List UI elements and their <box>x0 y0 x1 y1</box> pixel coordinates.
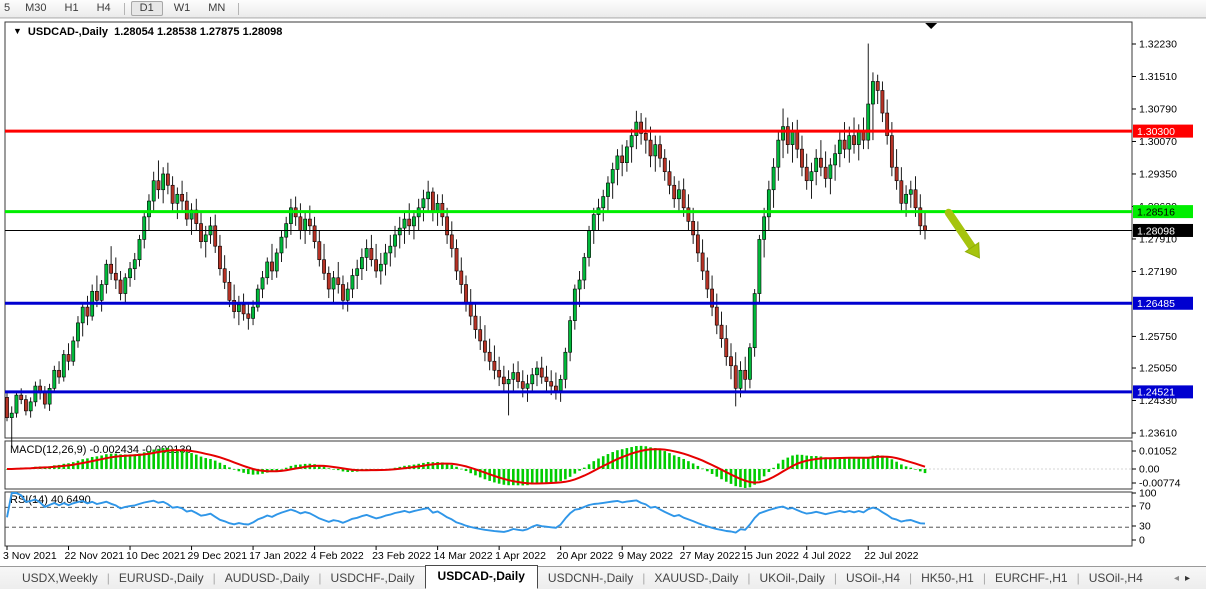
chart-menu-icon[interactable]: ▼ <box>13 26 22 36</box>
timeframe-button-w1[interactable]: W1 <box>165 1 200 16</box>
pane-frames <box>5 22 1132 546</box>
svg-text:30: 30 <box>1139 521 1151 533</box>
timeframe-button-h1[interactable]: H1 <box>56 1 88 16</box>
svg-text:-0.00774: -0.00774 <box>1139 478 1181 490</box>
date-axis: 3 Nov 2021 22 Nov 202110 Dec 202129 Dec 2… <box>3 546 919 562</box>
toolbar-divider <box>238 3 239 15</box>
tab-ukoil-daily[interactable]: UKOil-,Daily <box>752 568 833 589</box>
svg-text:27 May 2022: 27 May 2022 <box>680 550 741 562</box>
svg-text:9 May 2022: 9 May 2022 <box>618 550 673 562</box>
svg-text:1.30070: 1.30070 <box>1139 136 1177 148</box>
rsi-name: RSI(14) <box>10 494 48 506</box>
svg-text:70: 70 <box>1139 501 1151 513</box>
svg-text:23 Feb 2022: 23 Feb 2022 <box>372 550 431 562</box>
tab-eurusd-daily[interactable]: EURUSD-,Daily <box>111 568 212 589</box>
timeframe-button-h4[interactable]: H4 <box>88 1 120 16</box>
tab-scroll-arrows[interactable]: ◂▸ <box>1174 573 1196 584</box>
svg-text:0.01052: 0.01052 <box>1139 446 1177 458</box>
chart-ohlc-values: 1.28054 1.28538 1.27875 1.28098 <box>114 26 282 38</box>
svg-text:29 Dec 2021: 29 Dec 2021 <box>188 550 248 562</box>
horizontal-lines: 1.30300 1.28516 1.28098 1.26485 1.24521 <box>5 125 1193 399</box>
current-price-line-price-tag <box>1133 224 1193 237</box>
svg-text:1.32230: 1.32230 <box>1139 39 1177 51</box>
svg-text:1.30790: 1.30790 <box>1139 103 1177 115</box>
tab-audusd-daily[interactable]: AUDUSD-,Daily <box>217 568 318 589</box>
timeframe-button-5[interactable]: 5 <box>0 1 16 16</box>
svg-text:0: 0 <box>1139 535 1145 547</box>
broken-support-line-price-tag <box>1133 205 1193 218</box>
timeframe-button-m30[interactable]: M30 <box>16 1 55 16</box>
svg-text:100: 100 <box>1139 488 1157 500</box>
tab-scroll-right-icon[interactable]: ▸ <box>1185 573 1196 584</box>
timeframe-button-mn[interactable]: MN <box>199 1 234 16</box>
macd-values: -0.002434 -0.000139 <box>89 444 191 456</box>
svg-text:1.24330: 1.24330 <box>1139 395 1177 407</box>
svg-text:1.31510: 1.31510 <box>1139 71 1177 83</box>
down-arrow-annotation[interactable] <box>949 213 980 258</box>
support-line-2-price-tag <box>1133 385 1193 398</box>
macd-indicator-label: MACD(12,26,9) -0.002434 -0.000139 <box>10 444 192 456</box>
svg-text:1.25050: 1.25050 <box>1139 363 1177 375</box>
svg-text:1.29350: 1.29350 <box>1139 168 1177 180</box>
tab-scroll-left-icon[interactable]: ◂ <box>1174 573 1185 584</box>
symbol-tabs-bar: USDX,Weekly|EURUSD-,Daily|AUDUSD-,Daily|… <box>0 566 1206 589</box>
svg-text:4 Feb 2022: 4 Feb 2022 <box>311 550 364 562</box>
svg-text:1.25750: 1.25750 <box>1139 331 1177 343</box>
tab-eurchf-h1[interactable]: EURCHF-,H1 <box>987 568 1076 589</box>
chart-canvas: 1.32230 1.31510 1.30790 1.30070 1.29350 1.286… <box>0 0 1206 566</box>
svg-text:1.23610: 1.23610 <box>1139 428 1177 440</box>
svg-text:1.27910: 1.27910 <box>1139 233 1177 245</box>
svg-text:3 Nov 2021: 3 Nov 2021 <box>3 550 57 562</box>
svg-text:1.30300: 1.30300 <box>1137 126 1175 138</box>
svg-text:0.00: 0.00 <box>1139 464 1160 476</box>
tab-usdchf-daily[interactable]: USDCHF-,Daily <box>323 568 423 589</box>
support-line-1-price-tag <box>1133 297 1193 310</box>
timeframe-toolbar: 5M30H1H4 D1W1MN <box>0 0 1206 18</box>
svg-text:1.28098: 1.28098 <box>1137 225 1175 237</box>
svg-text:20 Apr 2022: 20 Apr 2022 <box>557 550 614 562</box>
timeframe-button-d1[interactable]: D1 <box>131 1 163 16</box>
candlestick-series <box>5 44 926 447</box>
trading-terminal-window: 5M30H1H4 D1W1MN ▼ USDCAD-,Daily 1.28054 1.… <box>0 0 1206 589</box>
svg-text:1.24521: 1.24521 <box>1137 387 1175 399</box>
rsi-value: 40.6490 <box>51 494 91 506</box>
svg-text:22 Nov 2021: 22 Nov 2021 <box>65 550 125 562</box>
tab-xauusd-daily[interactable]: XAUUSD-,Daily <box>646 568 746 589</box>
svg-text:1.27190: 1.27190 <box>1139 266 1177 278</box>
svg-text:17 Jan 2022: 17 Jan 2022 <box>249 550 307 562</box>
chart-symbol-label: USDCAD-,Daily <box>28 26 108 38</box>
rsi-line <box>7 493 925 533</box>
svg-text:22 Jul 2022: 22 Jul 2022 <box>864 550 918 562</box>
svg-text:1.28516: 1.28516 <box>1137 206 1175 218</box>
svg-text:10 Dec 2021: 10 Dec 2021 <box>126 550 186 562</box>
tab-usoil-h4[interactable]: USOil-,H4 <box>838 568 908 589</box>
toolbar-divider <box>124 3 125 15</box>
svg-text:1.28630: 1.28630 <box>1139 201 1177 213</box>
macd-name: MACD(12,26,9) <box>10 444 86 456</box>
svg-text:14 Mar 2022: 14 Mar 2022 <box>434 550 493 562</box>
chart-shift-marker[interactable] <box>925 23 937 29</box>
tab-usdcnh-daily[interactable]: USDCNH-,Daily <box>540 568 641 589</box>
svg-text:1 Apr 2022: 1 Apr 2022 <box>495 550 546 562</box>
chart-title: ▼ USDCAD-,Daily 1.28054 1.28538 1.27875 1… <box>13 26 282 38</box>
tab-hk50-h1[interactable]: HK50-,H1 <box>913 568 982 589</box>
resistance-line-price-tag <box>1133 125 1193 138</box>
rsi-indicator-label: RSI(14) 40.6490 <box>10 494 91 506</box>
tab-usdcad-daily[interactable]: USDCAD-,Daily <box>425 565 538 589</box>
svg-text:15 Jun 2022: 15 Jun 2022 <box>741 550 799 562</box>
tab-usoil-h4[interactable]: USOil-,H4 <box>1081 568 1151 589</box>
svg-text:1.26485: 1.26485 <box>1137 298 1175 310</box>
svg-text:4 Jul 2022: 4 Jul 2022 <box>803 550 852 562</box>
price-axis: 1.32230 1.31510 1.30790 1.30070 1.29350 1.286… <box>1132 39 1181 547</box>
tab-usdx-weekly[interactable]: USDX,Weekly <box>14 568 106 589</box>
